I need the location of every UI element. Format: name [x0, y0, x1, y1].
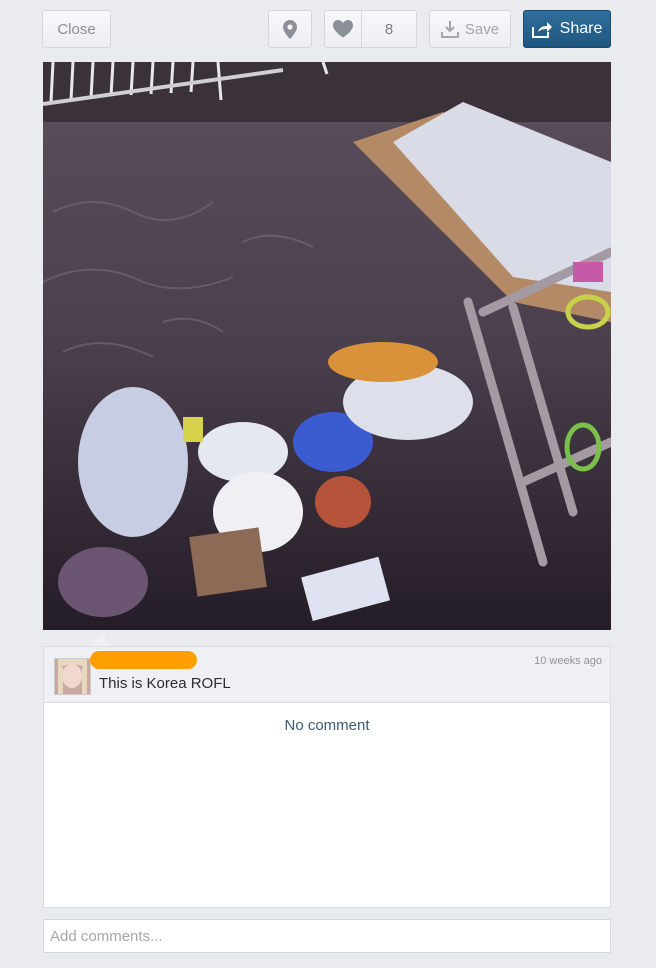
username-redacted [90, 651, 197, 669]
share-label: Share [559, 20, 603, 37]
no-comment-text: No comment [284, 717, 370, 734]
like-button[interactable]: 8 [324, 10, 417, 48]
post-timestamp: 10 weeks ago [534, 655, 602, 667]
heart-icon [333, 20, 353, 38]
location-button[interactable] [268, 10, 312, 48]
comments-panel: No comment [43, 702, 611, 908]
add-comment-input[interactable] [43, 919, 611, 953]
like-count: 8 [384, 20, 394, 38]
caption-text: This is Korea ROFL [99, 675, 231, 692]
share-button[interactable]: Share [523, 10, 611, 48]
share-icon [531, 21, 552, 38]
caption-pointer [90, 634, 114, 646]
download-icon [440, 21, 459, 38]
close-label: Close [57, 20, 96, 38]
save-button[interactable]: Save [429, 10, 511, 48]
post-photo [43, 62, 611, 630]
avatar[interactable] [54, 658, 91, 695]
close-button[interactable]: Close [42, 10, 111, 48]
save-label: Save [464, 20, 500, 38]
post-caption-card: This is Korea ROFL 10 weeks ago [43, 646, 611, 702]
map-pin-icon [283, 19, 297, 39]
like-heart-area[interactable] [325, 11, 362, 47]
